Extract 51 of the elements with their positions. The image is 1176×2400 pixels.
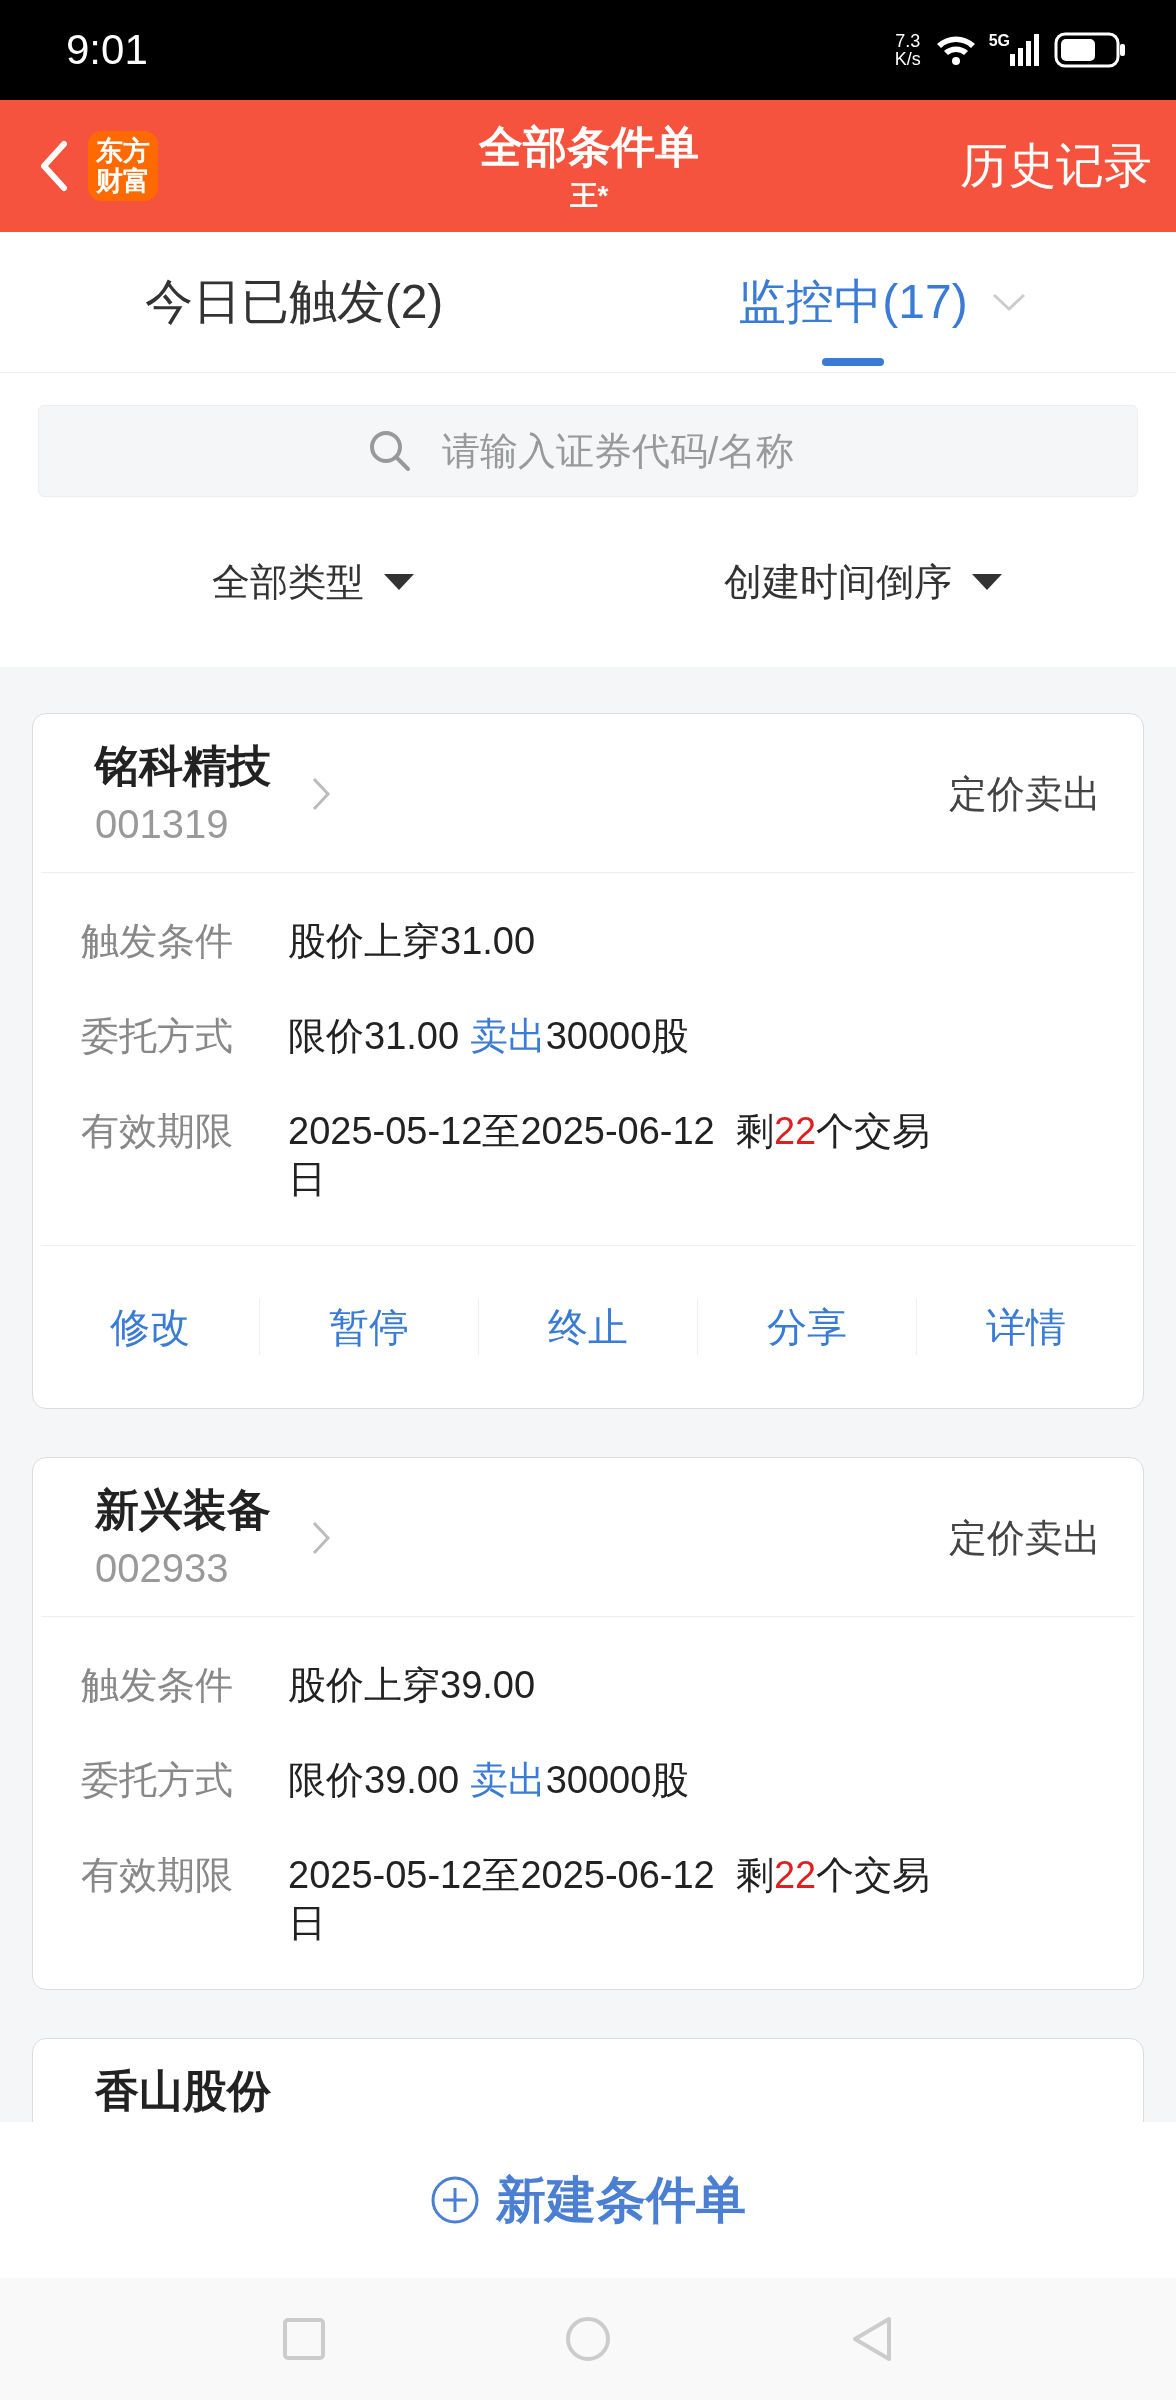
- status-time: 9:01: [66, 26, 149, 74]
- field-value: 2025-05-12至2025-06-12 剩22个交易日: [288, 1109, 932, 1202]
- field-label: 触发条件: [81, 919, 234, 964]
- stock-code: 002933: [95, 1545, 230, 1592]
- tab-indicator: [822, 358, 884, 366]
- field-value: 股价上穿31.00: [288, 919, 536, 964]
- field-value: 限价31.00 卖出30000股: [288, 1014, 690, 1059]
- card-action-button[interactable]: 暂停: [259, 1299, 478, 1355]
- field-value: 2025-05-12至2025-06-12 剩22个交易日: [288, 1853, 932, 1946]
- filter-dropdown[interactable]: 创建时间倒序: [588, 497, 1138, 667]
- order-type: 定价卖出: [949, 771, 1101, 817]
- search-icon: [368, 429, 412, 473]
- field-value: 股价上穿39.00: [288, 1663, 536, 1708]
- recent-apps-icon[interactable]: [283, 2318, 325, 2360]
- caret-icon: [384, 574, 414, 590]
- chevron-right-icon[interactable]: [311, 776, 331, 812]
- network-speed-unit: K/s: [894, 50, 921, 68]
- account-name: 王*: [569, 178, 609, 213]
- order-type: 定价卖出: [949, 1515, 1101, 1561]
- caret-icon: [972, 574, 1002, 590]
- page-title: 全部条件单: [479, 120, 699, 173]
- back-nav-icon[interactable]: [851, 2316, 893, 2362]
- app-logo: 东方财富: [88, 131, 158, 201]
- card-action-button[interactable]: 修改: [41, 1299, 259, 1355]
- tab[interactable]: 监控中(17): [588, 232, 1176, 372]
- battery-icon: [1054, 32, 1126, 68]
- search-field[interactable]: 请输入证券代码/名称: [38, 405, 1138, 497]
- field-label: 有效期限: [81, 1109, 234, 1154]
- field-value: 限价39.00 卖出30000股: [288, 1758, 690, 1803]
- field-label: 委托方式: [81, 1014, 234, 1059]
- home-icon[interactable]: [565, 2316, 611, 2362]
- new-order-button[interactable]: 新建条件单: [430, 2166, 746, 2234]
- field-label: 委托方式: [81, 1758, 234, 1803]
- stock-name: 香山股份: [95, 2065, 271, 2117]
- stock-name: 新兴装备: [95, 1484, 271, 1536]
- back-icon[interactable]: [38, 140, 68, 192]
- field-label: 触发条件: [81, 1663, 234, 1708]
- field-label: 有效期限: [81, 1853, 234, 1898]
- chevron-right-icon[interactable]: [311, 1520, 331, 1556]
- tab[interactable]: 今日已触发(2): [0, 232, 588, 372]
- plus-circle-icon: [430, 2175, 480, 2225]
- stock-code: 001319: [95, 801, 230, 848]
- card-action-button[interactable]: 终止: [478, 1299, 697, 1355]
- stock-name: 铭科精技: [95, 740, 271, 792]
- signal-icon: [1010, 34, 1040, 66]
- network-type: 5G: [988, 32, 1010, 50]
- card-action-button[interactable]: 分享: [697, 1299, 916, 1355]
- filter-dropdown[interactable]: 全部类型: [38, 497, 588, 667]
- history-button[interactable]: 历史记录: [960, 134, 1152, 198]
- network-speed: 7.3: [895, 32, 921, 50]
- card-action-button[interactable]: 详情: [916, 1299, 1135, 1355]
